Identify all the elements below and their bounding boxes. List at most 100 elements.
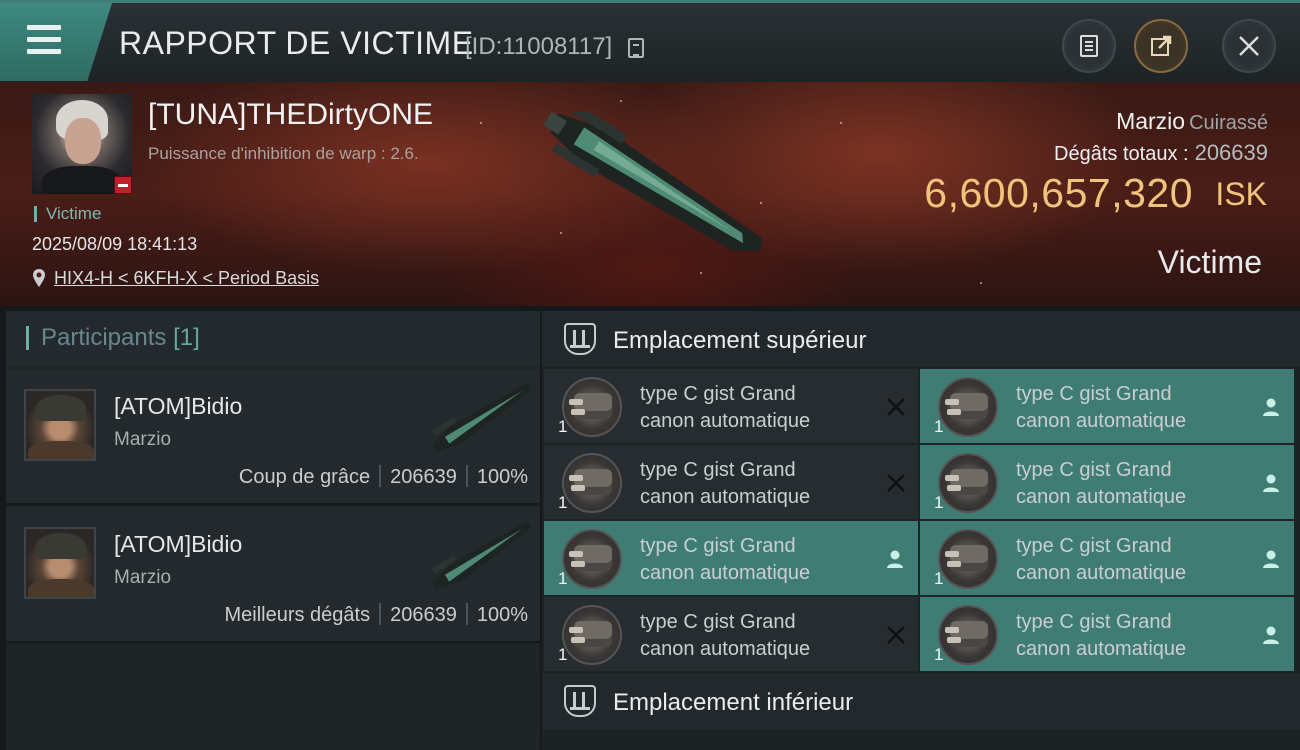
module-name-line2: canon automatique	[1016, 486, 1187, 508]
destroyed-x-icon	[887, 626, 905, 644]
module-name: type C gist Grand canon automatique	[1016, 533, 1256, 587]
participant-name[interactable]: [ATOM]Bidio	[114, 531, 242, 558]
module-name-line2: canon automatique	[1016, 410, 1187, 432]
menu-button[interactable]	[0, 3, 112, 81]
person-icon	[887, 550, 903, 568]
victim-ship: Marzio Cuirassé	[1116, 108, 1268, 135]
top-bar: RAPPORT DE VICTIME [ID:11008117]	[0, 0, 1300, 82]
module-quantity: 1	[558, 417, 568, 436]
module-slot[interactable]: 1 type C gist Grand canon automatique	[920, 521, 1294, 595]
participant-tag: Meilleurs dégâts	[224, 604, 371, 626]
module-slot[interactable]: 1 type C gist Grand canon automatique	[544, 445, 918, 519]
person-icon	[1263, 474, 1279, 492]
participants-count: [1]	[173, 324, 200, 351]
autocannon-icon	[938, 529, 998, 589]
participant-damage: 206639	[390, 604, 457, 626]
module-name: type C gist Grand canon automatique	[640, 609, 880, 663]
module-quantity: 1	[934, 645, 944, 664]
participant-ship-image	[431, 521, 532, 590]
warp-info: Puissance d'inhibition de warp : 2.6.	[148, 144, 419, 163]
menu-icon	[27, 25, 61, 55]
location-pin-icon	[33, 269, 45, 287]
participants-title: Participants [1]	[26, 326, 200, 350]
module-quantity: 1	[934, 417, 944, 436]
page-title: RAPPORT DE VICTIME	[119, 25, 474, 61]
module-quantity: 1	[558, 645, 568, 664]
module-name-line2: canon automatique	[640, 638, 811, 660]
module-name: type C gist Grand canon automatique	[1016, 457, 1256, 511]
low-slot-title: Emplacement inférieur	[613, 689, 854, 716]
module-name: type C gist Grand canon automatique	[640, 533, 880, 587]
total-damage-value: 206639	[1194, 140, 1268, 165]
close-icon	[1239, 36, 1259, 56]
participant-row[interactable]: [ATOM]Bidio Marzio Meilleurs dégâts 20663…	[6, 507, 540, 643]
victim-ship-class: Cuirassé	[1189, 112, 1268, 134]
module-slot[interactable]: 1 type C gist Grand canon automatique	[544, 521, 918, 595]
corp-badge	[114, 176, 132, 194]
destroyed-x-icon	[887, 474, 905, 492]
module-name-line2: canon automatique	[640, 410, 811, 432]
participant-stats: Meilleurs dégâts 206639 100%	[224, 603, 528, 627]
module-name-line2: canon automatique	[1016, 562, 1187, 584]
module-name-line1: type C gist Grand	[1016, 535, 1172, 557]
participant-ship: Marzio	[114, 567, 172, 588]
module-name: type C gist Grand canon automatique	[1016, 381, 1256, 435]
participants-panel: Participants [1] [ATOM]Bidio Marzio Coup…	[6, 311, 540, 750]
autocannon-icon	[938, 453, 998, 513]
victim-ship-name: Marzio	[1116, 108, 1186, 134]
high-slot-icon	[564, 323, 596, 355]
total-damage: Dégâts totaux :206639	[1054, 140, 1268, 166]
module-name-line2: canon automatique	[1016, 638, 1187, 660]
module-name: type C gist Grand canon automatique	[640, 381, 880, 435]
module-slot[interactable]: 1 type C gist Grand canon automatique	[920, 445, 1294, 519]
module-slot[interactable]: 1 type C gist Grand canon automatique	[544, 597, 918, 671]
high-slot-title: Emplacement supérieur	[613, 327, 867, 354]
module-quantity: 1	[558, 569, 568, 588]
fitting-panel: Emplacement supérieur 1 type C gist Grand…	[542, 311, 1300, 750]
module-name-line1: type C gist Grand	[1016, 611, 1172, 633]
destroyed-x-icon	[887, 398, 905, 416]
person-icon	[1263, 398, 1279, 416]
module-quantity: 1	[934, 569, 944, 588]
copy-icon[interactable]	[628, 38, 644, 58]
participant-name[interactable]: [ATOM]Bidio	[114, 393, 242, 420]
location-link[interactable]: HIX4-H < 6KFH-X < Period Basis	[54, 268, 319, 289]
module-name-line1: type C gist Grand	[640, 611, 796, 633]
victim-role-label: Victime	[1157, 244, 1262, 280]
high-slot-header: Emplacement supérieur	[542, 311, 1300, 367]
person-icon	[1263, 626, 1279, 644]
participant-stats: Coup de grâce 206639 100%	[239, 465, 528, 489]
module-slot[interactable]: 1 type C gist Grand canon automatique	[920, 597, 1294, 671]
kill-datetime: 2025/08/09 18:41:13	[32, 234, 198, 254]
module-name-line1: type C gist Grand	[640, 459, 796, 481]
module-name-line2: canon automatique	[640, 486, 811, 508]
victim-ship-image[interactable]	[520, 112, 780, 272]
participant-percent: 100%	[476, 604, 528, 626]
participant-ship: Marzio	[114, 429, 172, 450]
autocannon-icon	[938, 605, 998, 665]
total-damage-label: Dégâts totaux :	[1054, 143, 1189, 165]
victim-name[interactable]: [TUNA]THEDirtyONE	[148, 98, 433, 132]
participant-tag: Coup de grâce	[238, 466, 371, 488]
module-name-line1: type C gist Grand	[1016, 459, 1172, 481]
autocannon-icon	[938, 377, 998, 437]
isk-unit: ISK	[1215, 176, 1267, 212]
avatar[interactable]	[24, 389, 96, 461]
victim-tag: Victime	[34, 205, 101, 222]
victim-banner: [TUNA]THEDirtyONE Puissance d'inhibition…	[0, 82, 1300, 306]
close-button[interactable]	[1222, 19, 1276, 73]
participant-ship-image	[431, 383, 532, 452]
module-name-line1: type C gist Grand	[640, 535, 796, 557]
module-slot[interactable]: 1 type C gist Grand canon automatique	[920, 369, 1294, 443]
module-name-line2: canon automatique	[640, 562, 811, 584]
report-button[interactable]	[1062, 19, 1116, 73]
module-name-line1: type C gist Grand	[1016, 383, 1172, 405]
module-slot[interactable]: 1 type C gist Grand canon automatique	[544, 369, 918, 443]
module-name: type C gist Grand canon automatique	[1016, 609, 1256, 663]
share-button[interactable]	[1134, 19, 1188, 73]
person-icon	[1263, 550, 1279, 568]
participant-row[interactable]: [ATOM]Bidio Marzio Coup de grâce 206639 10…	[6, 369, 540, 505]
participant-damage: 206639	[390, 466, 457, 488]
autocannon-icon	[562, 453, 622, 513]
avatar[interactable]	[24, 527, 96, 599]
